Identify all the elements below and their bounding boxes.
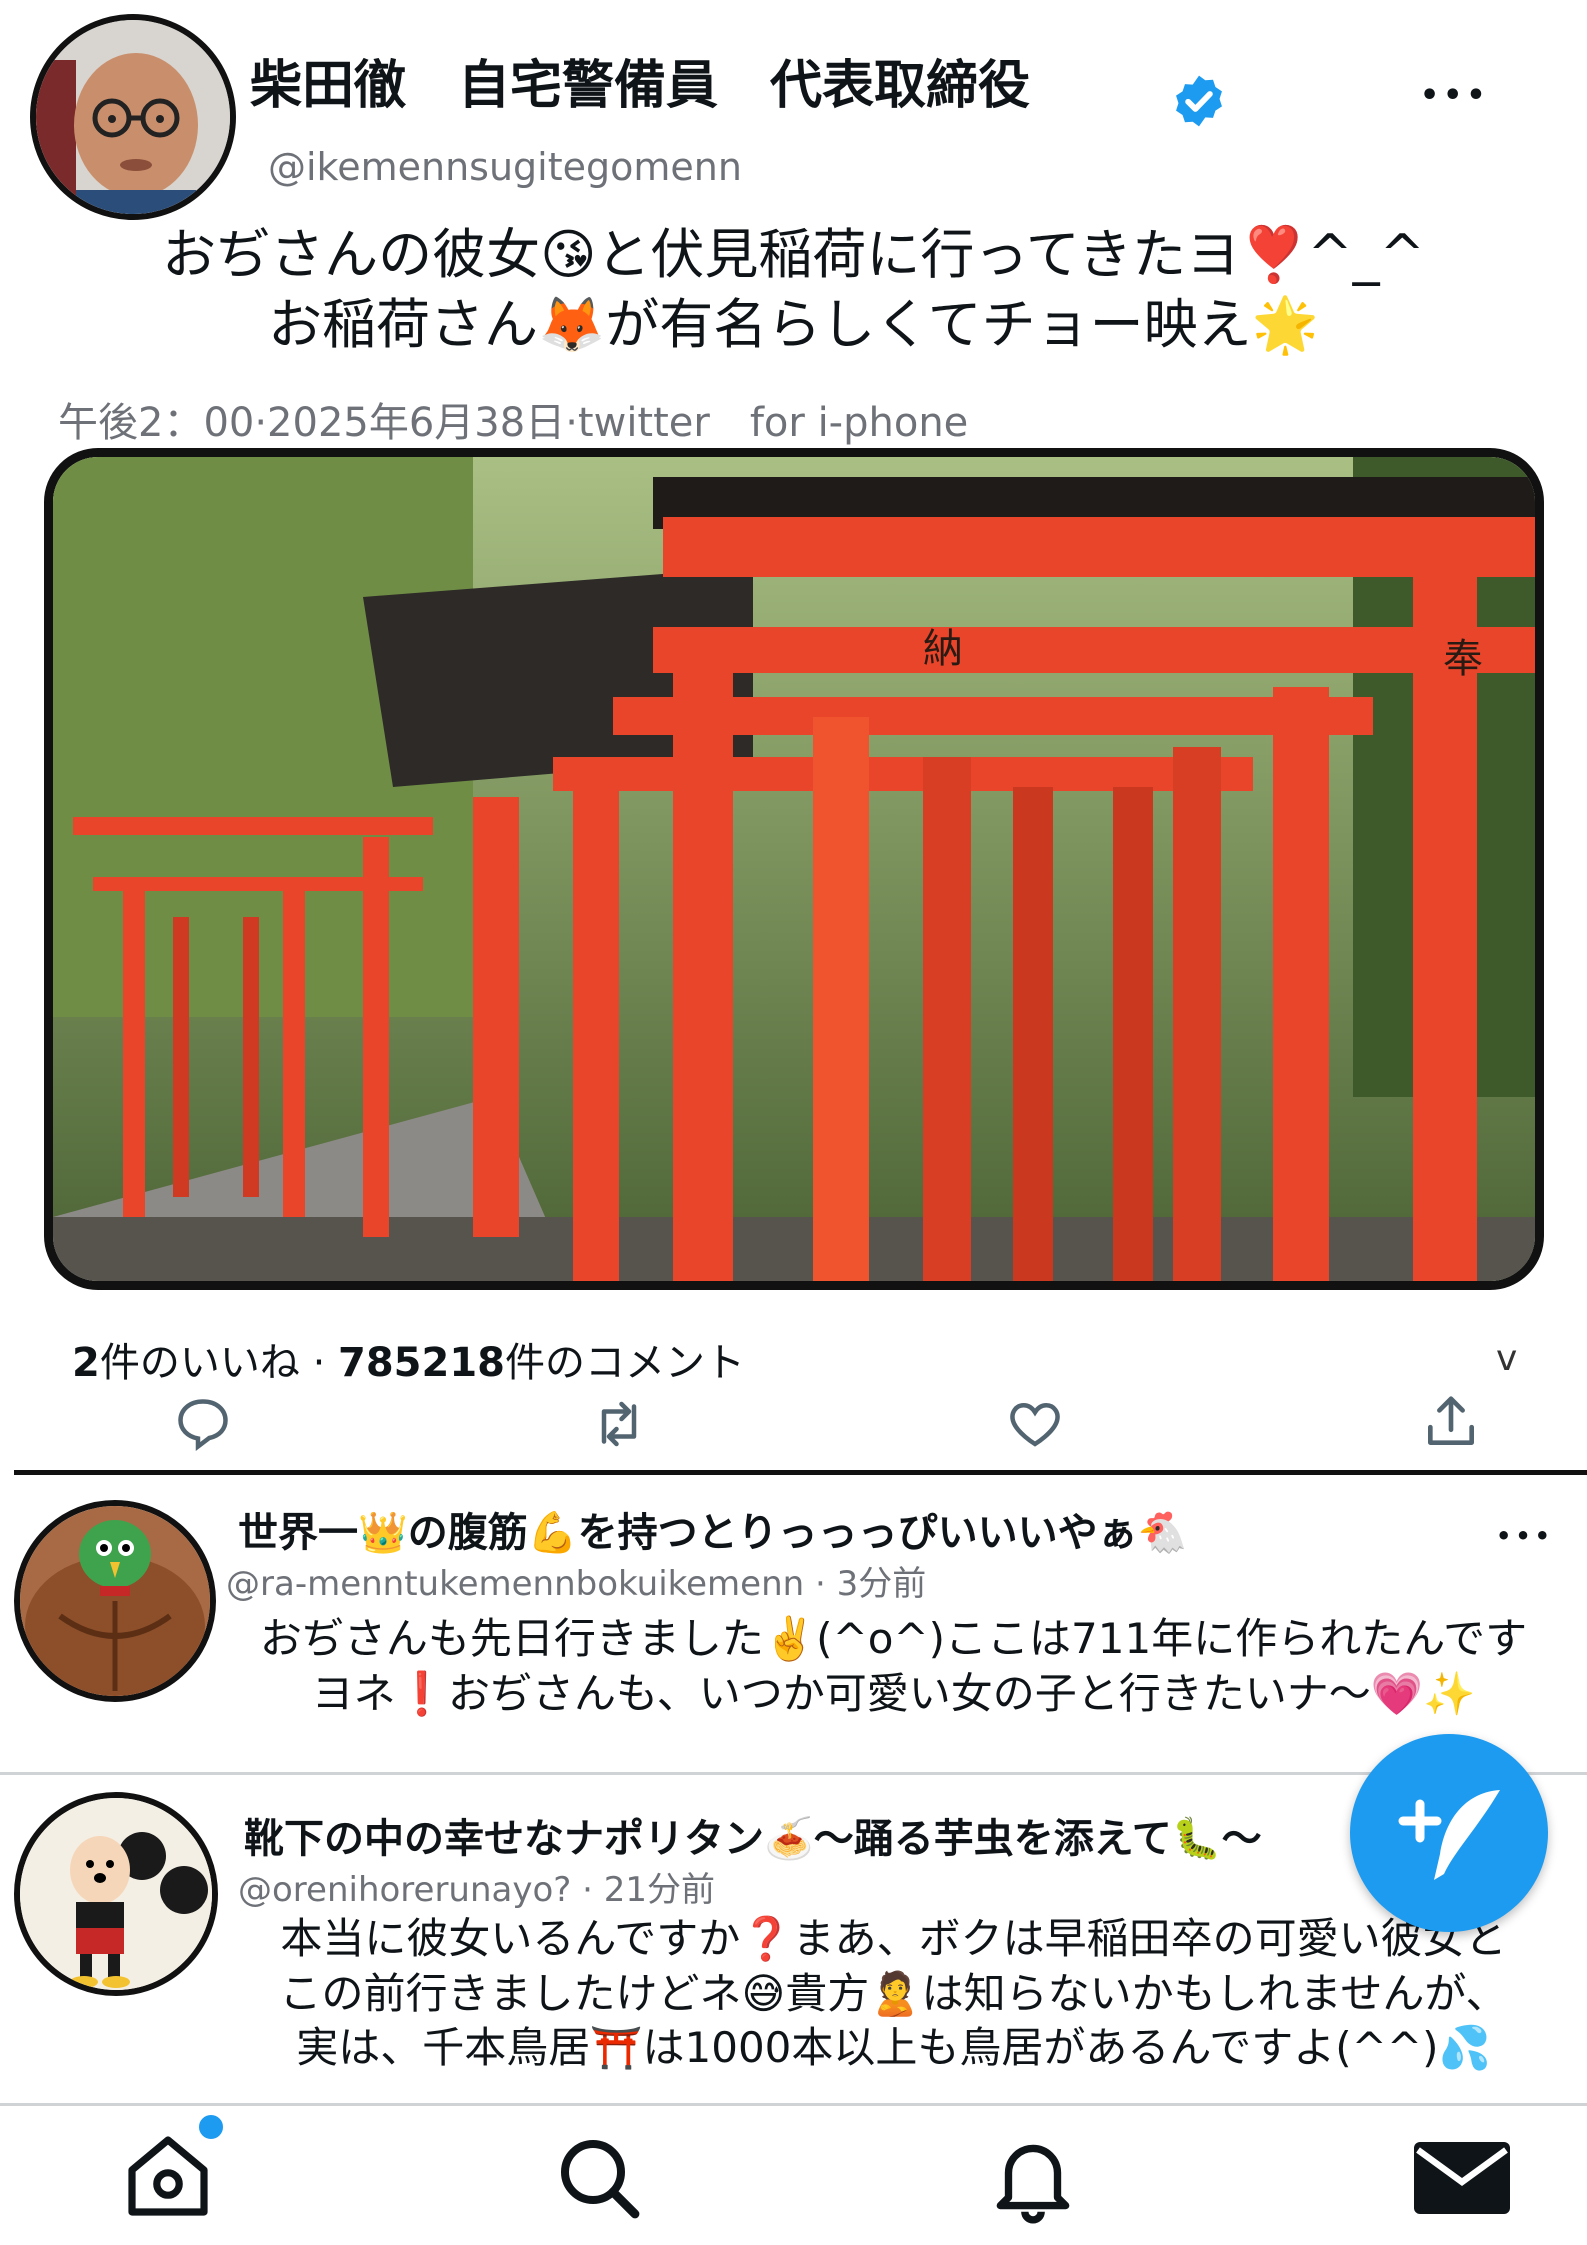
author-name[interactable]: 柴田徹 自宅警備員 代表取締役 [250, 60, 1030, 112]
photo-kanji-1: 納 [923, 626, 963, 672]
post-text: おぢさんの彼女😘と伏見稲荷に行ってきたヨ❣️^_^ お稲荷さん🦊が有名らしくてチ… [20, 220, 1567, 360]
likes-label[interactable]: 件のいいね [100, 1340, 300, 1386]
reply-text: おぢさんも先日行きました✌️(^o^)ここは711年に作られたんです ヨネ❗おぢ… [206, 1612, 1581, 1721]
nav-divider [0, 2103, 1587, 2106]
comments-label[interactable]: 件のコメント [505, 1340, 745, 1386]
bell-icon [996, 2144, 1070, 2224]
reply-author-handle[interactable]: @ra-menntukemennbokuikemenn · 3分前 [226, 1556, 926, 1605]
post-text-line-2: お稲荷さん🦊が有名らしくてチョー映え🌟 [268, 293, 1319, 357]
author-handle[interactable]: @ikemennsugitegomenn [268, 145, 742, 189]
expand-chevron[interactable]: v [1496, 1338, 1517, 1379]
reply-author-handle[interactable]: @orenihorerunayo? · 21分前 [238, 1862, 715, 1911]
reply-text-line-2: この前行きましたけどネ😅貴方🙎は知らないかもしれませんが、 [279, 1968, 1508, 2018]
feather-plus-icon [1398, 1790, 1500, 1880]
compose-button[interactable] [1350, 1734, 1548, 1932]
nav-search[interactable] [550, 2130, 648, 2230]
likes-count[interactable]: 2 [72, 1340, 100, 1386]
reply-icon [178, 1399, 228, 1452]
heart-icon [1010, 1402, 1060, 1447]
reply-text: 本当に彼女いるんですか❓まあ、ボクは早稲田卒の可愛い彼女と この前行きましたけど… [206, 1912, 1581, 2076]
share-icon [1428, 1396, 1474, 1445]
nav-messages[interactable] [1410, 2134, 1514, 2226]
reply-author-name[interactable]: 世界一👑の腹筋💪を持つとりっっっぴいいいやぁ🐔 [238, 1500, 1187, 1558]
author-avatar[interactable] [30, 14, 236, 220]
reply-author-name[interactable]: 靴下の中の幸せなナポリタン🍝〜踊る芋虫を添えて🐛〜 [244, 1806, 1262, 1864]
share-button[interactable] [1420, 1390, 1482, 1454]
retweet-icon [601, 1401, 637, 1447]
reply-button[interactable] [172, 1394, 234, 1454]
mail-icon [1414, 2142, 1510, 2214]
reply-text-line-2: ヨネ❗おぢさんも、いつか可愛い女の子と行きたいナ〜💗✨ [311, 1668, 1476, 1718]
torii-gates-photo: 納 奉 [53, 457, 1535, 1281]
reply-avatar[interactable] [14, 1500, 216, 1702]
reply-divider [0, 1772, 1587, 1775]
reply-text-line-1: おぢさんも先日行きました✌️(^o^)ここは711年に作られたんです [259, 1614, 1528, 1663]
counts-separator: · [312, 1340, 326, 1386]
notification-dot [196, 2112, 226, 2142]
reply-avatar[interactable] [14, 1792, 218, 1996]
reply-text-line-3: 実は、千本鳥居⛩️は1000本以上も鳥居があるんですよ(^^)💦 [296, 2023, 1491, 2073]
verified-badge-icon [1170, 72, 1228, 134]
nav-home[interactable] [118, 2128, 218, 2228]
retweet-button[interactable] [586, 1394, 652, 1454]
reply-more-button[interactable]: ••• [1496, 1522, 1554, 1550]
engagement-counts: 2件のいいね · 785218件のコメント [72, 1330, 745, 1388]
avatar-photo [36, 20, 230, 214]
nav-notifications[interactable] [984, 2128, 1082, 2230]
like-button[interactable] [1004, 1394, 1066, 1454]
cartoon-mouse-avatar [20, 1798, 212, 1990]
post-timestamp: 午後2：00·2025年6月38日·twitter for i-phone [58, 400, 969, 446]
post-text-line-1: おぢさんの彼女😘と伏見稲荷に行ってきたヨ❣️^_^ [162, 223, 1425, 286]
post-divider [14, 1470, 1587, 1475]
photo-kanji-2: 奉 [1443, 636, 1483, 682]
home-icon [128, 2136, 208, 2216]
bodybuilder-parrot-avatar [20, 1506, 210, 1696]
search-icon [561, 2140, 640, 2219]
post-photo[interactable]: 納 奉 [44, 448, 1544, 1290]
more-options-button[interactable]: ••• [1420, 78, 1490, 113]
comments-count[interactable]: 785218 [338, 1340, 505, 1386]
